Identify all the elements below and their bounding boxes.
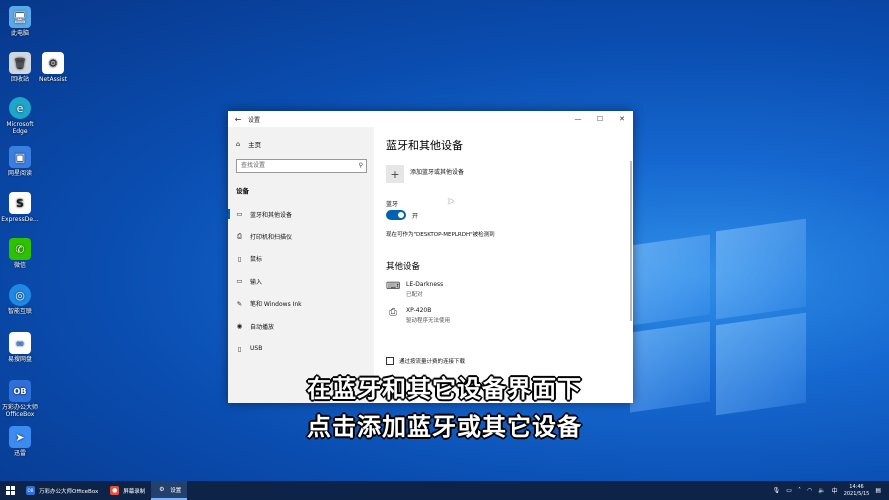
desktop-icon-netdisk[interactable]: ∞ 易搜网盘 — [0, 332, 40, 363]
express-icon: S — [9, 192, 31, 214]
system-tray: 🎙 ▭ ˄ ◠ 🔈 中 14:46 2021/5/15 ▤ — [773, 481, 881, 500]
device-item[interactable]: ⎙ XP-420B 驱动程序无法使用 — [386, 307, 450, 324]
volume-icon[interactable]: 🔈 — [818, 487, 825, 494]
keyboard-device-icon: ⌨ — [386, 281, 401, 292]
battery-icon[interactable]: ▭ — [786, 487, 792, 494]
sidebar-item-printers[interactable]: ⎙ 打印机和扫描仪 — [228, 225, 374, 247]
device-item[interactable]: ⌨ LE-Darkness 已配对 — [386, 281, 443, 298]
plus-icon: + — [386, 165, 404, 183]
search-icon[interactable]: ⚲ — [359, 160, 363, 172]
page-title: 蓝牙和其他设备 — [386, 139, 463, 152]
device-status: 已配对 — [406, 292, 423, 298]
sidebar-item-autoplay[interactable]: ◉ 自动播放 — [228, 315, 374, 337]
connect-icon: ◎ — [9, 284, 31, 306]
desktop-icon-reader[interactable]: ▣ 网星阅读 — [0, 146, 40, 177]
sidebar-item-typing[interactable]: ▭ 输入 — [228, 270, 374, 292]
recorder-taskbar-icon: ● — [110, 486, 120, 495]
back-arrow-icon[interactable]: ← — [228, 115, 248, 124]
taskbar-app-officebox[interactable]: OB 万彩办公大师OfficeBox — [20, 481, 104, 500]
desktop-icon-edge[interactable]: e Microsoft Edge — [0, 97, 40, 135]
reader-icon: ▣ — [9, 146, 31, 168]
microphone-icon[interactable]: 🎙 — [773, 487, 781, 494]
device-name: LE-Darkness — [406, 281, 444, 288]
cloud-disk-icon: ∞ — [9, 332, 31, 354]
sidebar-item-bluetooth[interactable]: ▭ 蓝牙和其他设备 — [228, 203, 374, 225]
autoplay-icon: ◉ — [236, 322, 243, 331]
settings-taskbar-icon: ⚙ — [159, 486, 165, 493]
clock[interactable]: 14:46 2021/5/15 — [844, 484, 870, 498]
chevron-up-icon[interactable]: ˄ — [798, 487, 801, 494]
other-devices-heading: 其他设备 — [386, 262, 421, 272]
mouse-cursor-icon: ➤ — [447, 197, 455, 207]
sidebar-item-mouse[interactable]: ▯ 鼠标 — [228, 248, 374, 270]
bluetooth-label: 蓝牙 — [386, 201, 399, 208]
metered-download-option: 通过按流量计费的连接下载 — [386, 357, 465, 365]
desktop-icon-netassist[interactable]: ⚙ NetAssist — [33, 52, 73, 83]
bluetooth-toggle-row: 开 — [386, 210, 418, 220]
window-controls: — ☐ ✕ — [567, 111, 633, 127]
desktop-icon-expressde[interactable]: S ExpressDe... — [0, 192, 40, 223]
taskbar-app-recorder[interactable]: ● 屏幕录制 — [104, 481, 151, 500]
recycle-bin-icon: 🗑 — [9, 52, 31, 74]
metered-checkbox[interactable] — [386, 357, 394, 365]
close-button[interactable]: ✕ — [611, 111, 633, 127]
printer-icon: ⎙ — [236, 232, 243, 241]
search-input[interactable]: 查找设置 ⚲ — [236, 159, 367, 173]
officebox-taskbar-icon: OB — [26, 486, 35, 495]
sidebar-item-usb[interactable]: ▯ USB — [228, 337, 374, 359]
toggle-state: 开 — [412, 212, 419, 220]
windows-start-icon — [5, 486, 15, 495]
subtitle-line-2: 点击添加蓝牙或其它设备 — [307, 413, 582, 441]
sidebar: ⌂ 主页 查找设置 ⚲ 设备 ▭ 蓝牙和其他设备 ⎙ 打印机和扫描仪 ▯ 鼠标 … — [228, 127, 374, 403]
pen-icon: ✎ — [236, 299, 243, 308]
bluetooth-toggle[interactable] — [386, 210, 406, 220]
printer-device-icon: ⎙ — [389, 307, 397, 318]
ime-indicator[interactable]: 中 — [832, 486, 838, 495]
start-button[interactable] — [0, 481, 20, 500]
computer-icon: 🖥 — [9, 6, 31, 28]
home-icon: ⌂ — [236, 140, 241, 148]
keyboard-icon: ▭ — [236, 277, 243, 286]
bluetooth-devices-icon: ▭ — [236, 210, 243, 219]
settings-window: ← 设置 — ☐ ✕ ⌂ 主页 查找设置 ⚲ 设备 ▭ 蓝牙和其他设备 ⎙ 打印… — [228, 111, 633, 403]
wechat-icon: ✆ — [9, 238, 31, 260]
title-bar: ← 设置 — ☐ ✕ — [228, 111, 633, 127]
device-status: 驱动程序无法使用 — [406, 318, 451, 324]
network-icon: ⚙ — [42, 52, 64, 74]
scrollbar[interactable] — [630, 161, 632, 321]
content-pane: 蓝牙和其他设备 + 添加蓝牙或其他设备 蓝牙 开 现在可作为"DESKTOP-M… — [374, 127, 633, 403]
desktop-icon-this-pc[interactable]: 🖥 此电脑 — [0, 6, 40, 37]
device-name: XP-420B — [406, 307, 432, 314]
desktop-icon-smart-connect[interactable]: ◎ 智能互联 — [0, 284, 40, 315]
discoverable-text: 现在可作为"DESKTOP-MEPLRDH"被检测到 — [386, 232, 495, 238]
sidebar-section-heading: 设备 — [236, 187, 249, 195]
add-device-button[interactable]: + 添加蓝牙或其他设备 — [386, 165, 464, 183]
sidebar-home[interactable]: ⌂ 主页 — [236, 139, 261, 149]
taskbar: OB 万彩办公大师OfficeBox ● 屏幕录制 ⚙ 设置 🎙 ▭ ˄ ◠ 🔈… — [0, 481, 889, 500]
wifi-icon[interactable]: ◠ — [807, 487, 812, 494]
usb-icon: ▯ — [237, 344, 242, 353]
desktop-icon-wechat[interactable]: ✆ 微信 — [0, 238, 40, 269]
subtitle-line-1: 在蓝牙和其它设备界面下 — [307, 375, 582, 403]
minimize-button[interactable]: — — [567, 111, 589, 127]
mouse-icon: ▯ — [237, 254, 242, 263]
taskbar-app-settings[interactable]: ⚙ 设置 — [151, 481, 188, 500]
sidebar-nav: ▭ 蓝牙和其他设备 ⎙ 打印机和扫描仪 ▯ 鼠标 ▭ 输入 ✎ 笔和 Windo… — [228, 203, 374, 360]
sidebar-item-pen[interactable]: ✎ 笔和 Windows Ink — [228, 293, 374, 315]
edge-icon: e — [9, 97, 31, 119]
notification-icon[interactable]: ▤ — [875, 487, 881, 494]
window-title: 设置 — [248, 116, 261, 124]
maximize-button[interactable]: ☐ — [589, 111, 611, 127]
